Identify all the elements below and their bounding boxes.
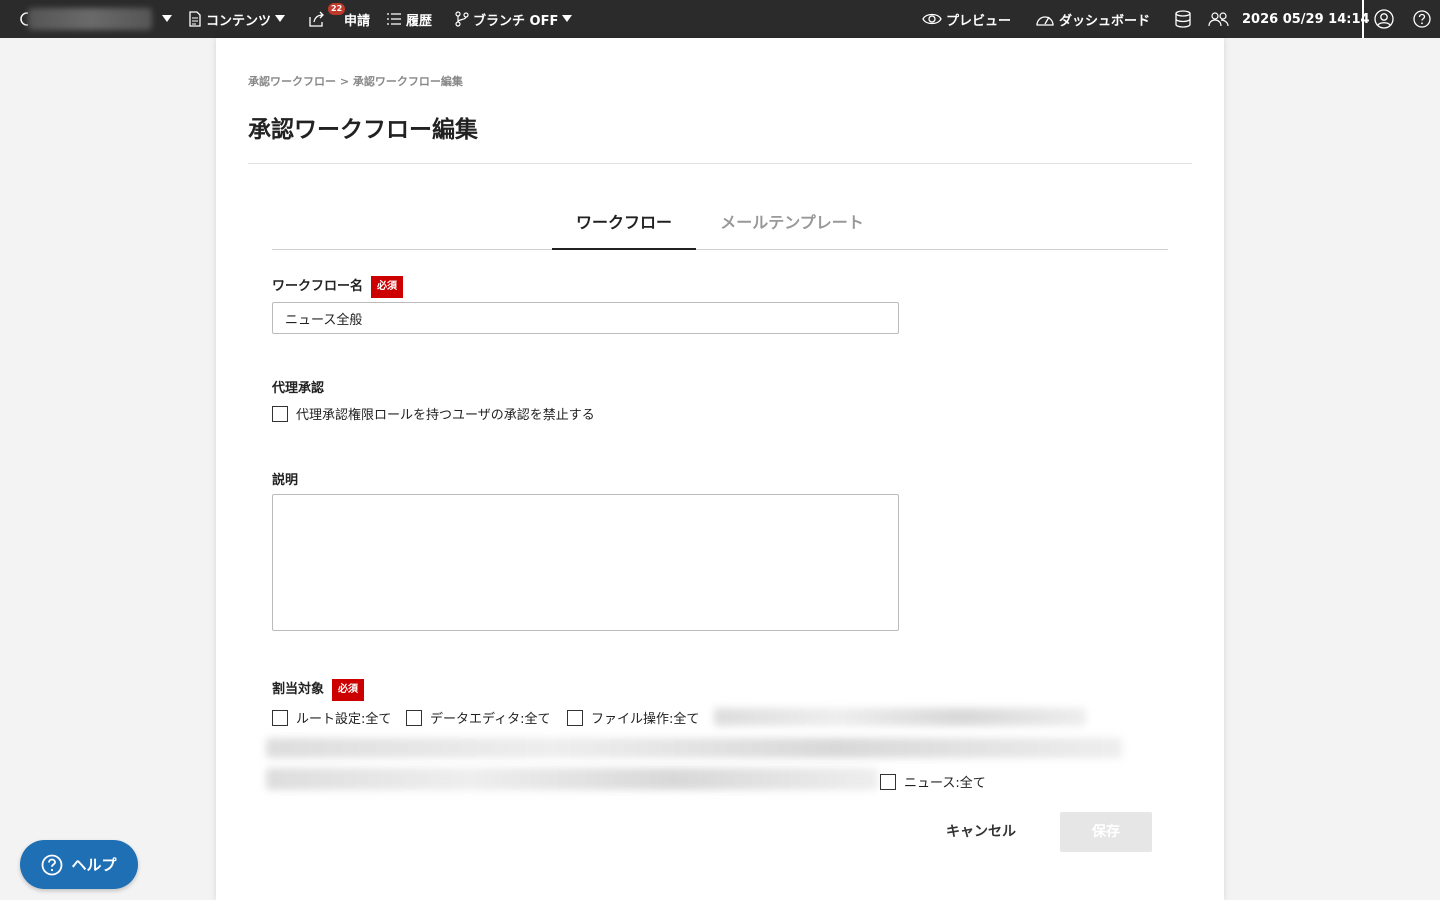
redacted-options xyxy=(714,708,1086,726)
main-panel: 承認ワークフロー > 承認ワークフロー編集 承認ワークフロー編集 ワークフロー … xyxy=(216,38,1224,900)
account-icon[interactable] xyxy=(1374,0,1394,38)
dashboard-button[interactable]: ダッシュボード xyxy=(1035,0,1150,38)
assign-option-news[interactable]: ニュース:全て xyxy=(880,772,986,791)
assign-option-checkbox[interactable] xyxy=(272,709,288,726)
proxy-approval-label: 代理承認 xyxy=(272,381,325,396)
required-badge: 必須 xyxy=(332,678,365,701)
site-icon xyxy=(18,0,28,38)
contents-label: コンテンツ xyxy=(206,13,272,29)
datetime-label: 2026 05/29 14:14 xyxy=(1242,11,1370,27)
assign-option-label: ファイル操作:全て xyxy=(591,712,700,727)
assign-option-file-ops[interactable]: ファイル操作:全て xyxy=(567,708,699,727)
datetime-display: 2026 05/29 14:14 xyxy=(1242,0,1370,38)
save-button[interactable]: 保存 xyxy=(1060,812,1152,852)
required-badge: 必須 xyxy=(371,275,404,298)
assign-option-checkbox[interactable] xyxy=(567,709,583,726)
document-icon xyxy=(189,11,201,27)
redacted-options xyxy=(266,738,1122,758)
proxy-approval-checkbox[interactable] xyxy=(272,405,288,422)
history-label: 履歴 xyxy=(406,13,433,29)
branch-icon xyxy=(455,11,469,27)
assign-target-field-label: 割当対象 必須 xyxy=(272,678,365,701)
title-divider xyxy=(248,163,1192,164)
tab-workflow[interactable]: ワークフロー xyxy=(552,200,696,250)
history-menu[interactable]: 履歴 xyxy=(386,0,432,38)
redacted-options xyxy=(266,768,878,790)
site-selector-blurred[interactable] xyxy=(28,8,152,30)
topbar-divider xyxy=(1362,0,1364,38)
preview-label: プレビュー xyxy=(946,13,1012,29)
database-icon[interactable] xyxy=(1174,0,1192,38)
workflow-name-label: ワークフロー名 xyxy=(272,279,364,294)
chevron-down-icon xyxy=(275,15,286,22)
site-dropdown-chevron-icon[interactable] xyxy=(162,0,172,38)
help-circle-icon[interactable] xyxy=(1413,0,1431,38)
branch-label: ブランチ OFF xyxy=(473,13,559,29)
users-icon[interactable] xyxy=(1208,0,1230,38)
breadcrumb[interactable]: 承認ワークフロー > 承認ワークフロー編集 xyxy=(248,73,463,89)
tab-mail-template[interactable]: メールテンプレート xyxy=(712,200,872,250)
list-icon xyxy=(387,13,401,25)
assign-option-checkbox[interactable] xyxy=(880,773,896,790)
chevron-down-icon xyxy=(562,15,573,22)
description-textarea[interactable] xyxy=(272,494,899,631)
assign-option-label: ニュース:全て xyxy=(904,776,986,791)
eye-icon xyxy=(922,13,942,25)
proxy-approval-checkbox-label: 代理承認権限ロールを持つユーザの承認を禁止する xyxy=(296,408,595,423)
assign-option-checkbox[interactable] xyxy=(406,709,422,726)
dashboard-label: ダッシュボード xyxy=(1059,13,1151,29)
preview-button[interactable]: プレビュー xyxy=(922,0,1011,38)
description-label: 説明 xyxy=(272,473,299,488)
cancel-button[interactable]: キャンセル xyxy=(928,812,1034,852)
help-label: ヘルプ xyxy=(71,856,117,874)
assign-option-label: ルート設定:全て xyxy=(296,712,392,727)
page-title: 承認ワークフロー編集 xyxy=(248,117,478,143)
gauge-icon xyxy=(1036,16,1054,26)
assign-option-route[interactable]: ルート設定:全て xyxy=(272,708,391,727)
assign-target-label: 割当対象 xyxy=(272,682,325,697)
proxy-approval-checkbox-row[interactable]: 代理承認権限ロールを持つユーザの承認を禁止する xyxy=(272,404,595,423)
contents-menu[interactable]: コンテンツ xyxy=(188,0,286,38)
request-count-badge: 22 xyxy=(328,3,346,15)
request-label: 申請 xyxy=(344,13,371,29)
tab-bar: ワークフロー メールテンプレート xyxy=(272,200,1168,250)
workflow-name-field-label: ワークフロー名 必須 xyxy=(272,275,404,298)
assign-option-label: データエディタ:全て xyxy=(430,712,551,727)
workflow-name-input[interactable] xyxy=(272,302,899,334)
branch-menu[interactable]: ブランチ OFF xyxy=(455,0,573,38)
help-button[interactable]: ヘルプ xyxy=(20,840,138,889)
question-circle-icon xyxy=(42,854,63,875)
share-icon xyxy=(309,11,324,27)
top-navigation-bar: コンテンツ 申請 22 履歴 ブランチ OFF プレビュー ダッシュボード 20… xyxy=(0,0,1440,38)
assign-option-data-editor[interactable]: データエディタ:全て xyxy=(406,708,550,727)
